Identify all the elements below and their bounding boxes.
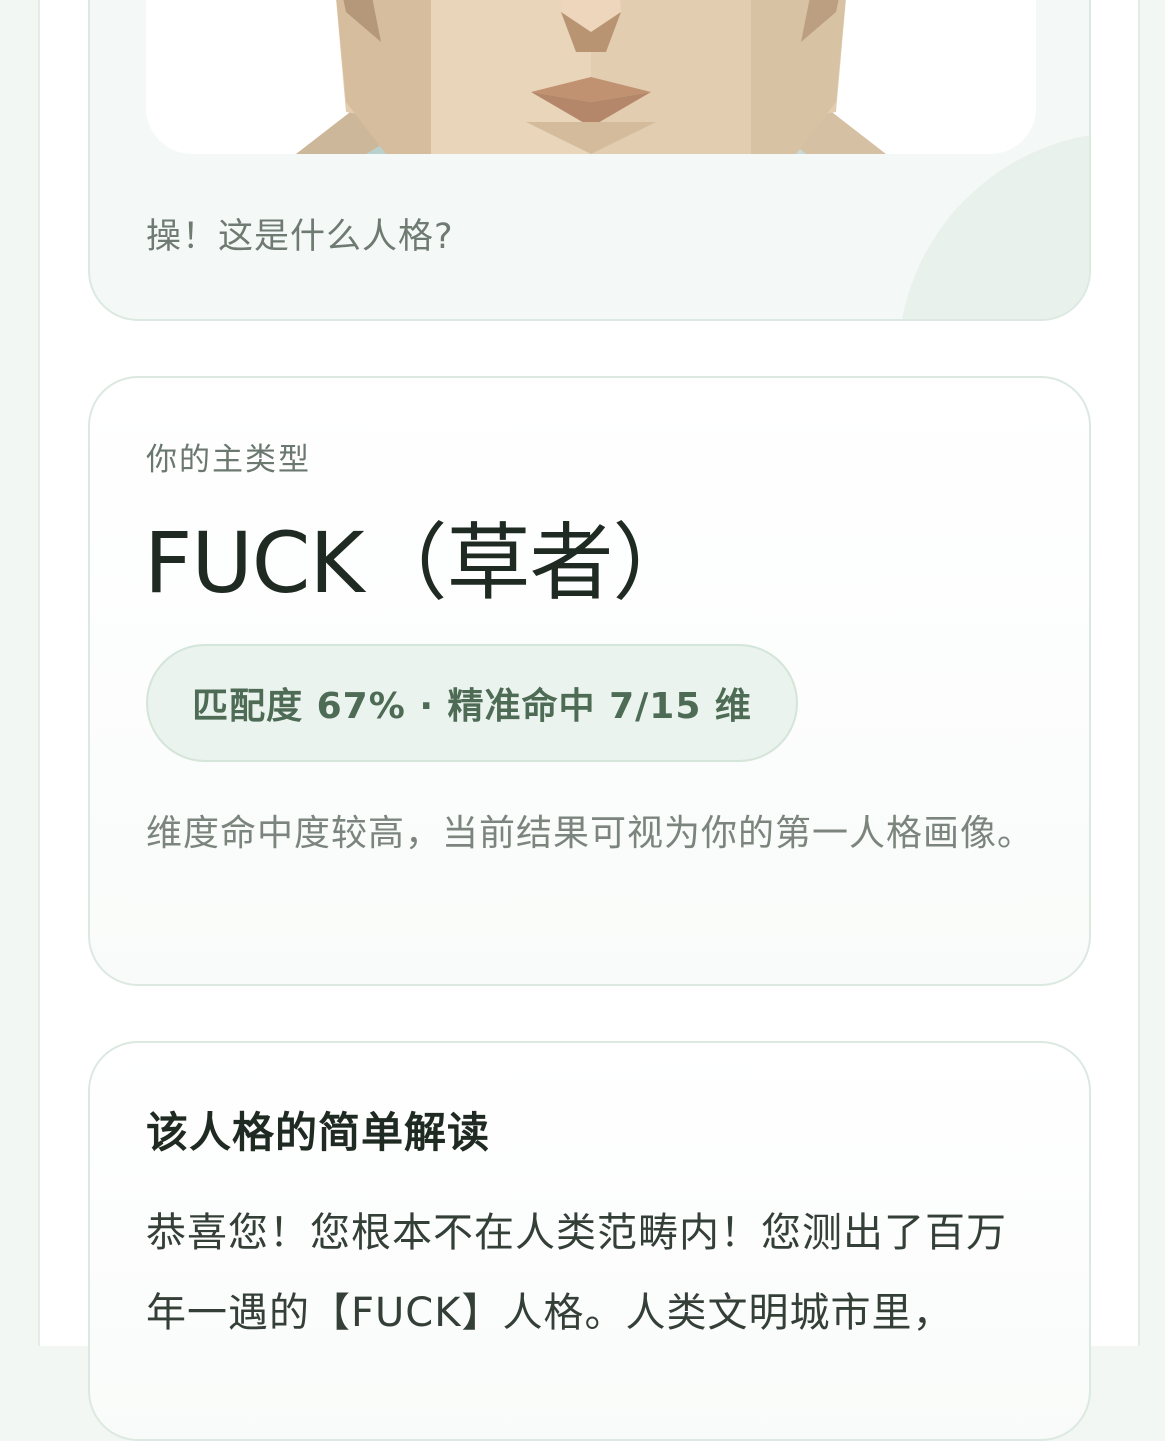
portrait-image — [146, 0, 1036, 154]
type-description: 维度命中度较高，当前结果可视为你的第一人格画像。 — [146, 813, 1035, 854]
reading-card: 该人格的简单解读 恭喜您！您根本不在人类范畴内！您测出了百万年一遇的【FUCK】… — [88, 1041, 1091, 1441]
decorative-circle — [898, 132, 1089, 319]
reading-body: 恭喜您！您根本不在人类范畴内！您测出了百万年一遇的【FUCK】人格。人类文明城市… — [146, 1210, 1007, 1336]
hero-caption: 操！这是什么人格? — [146, 217, 454, 257]
reading-title: 该人格的简单解读 — [146, 1108, 491, 1157]
hero-card: 操！这是什么人格? — [88, 0, 1091, 321]
match-score-badge: 匹配度 67% · 精准命中 7/15 维 — [146, 644, 798, 762]
type-eyebrow-label: 你的主类型 — [146, 442, 311, 478]
main-type-card: 你的主类型 FUCK（草者） 匹配度 67% · 精准命中 7/15 维 维度命… — [88, 376, 1091, 986]
low-poly-face-illustration — [296, 0, 886, 154]
type-title: FUCK（草者） — [144, 514, 697, 612]
